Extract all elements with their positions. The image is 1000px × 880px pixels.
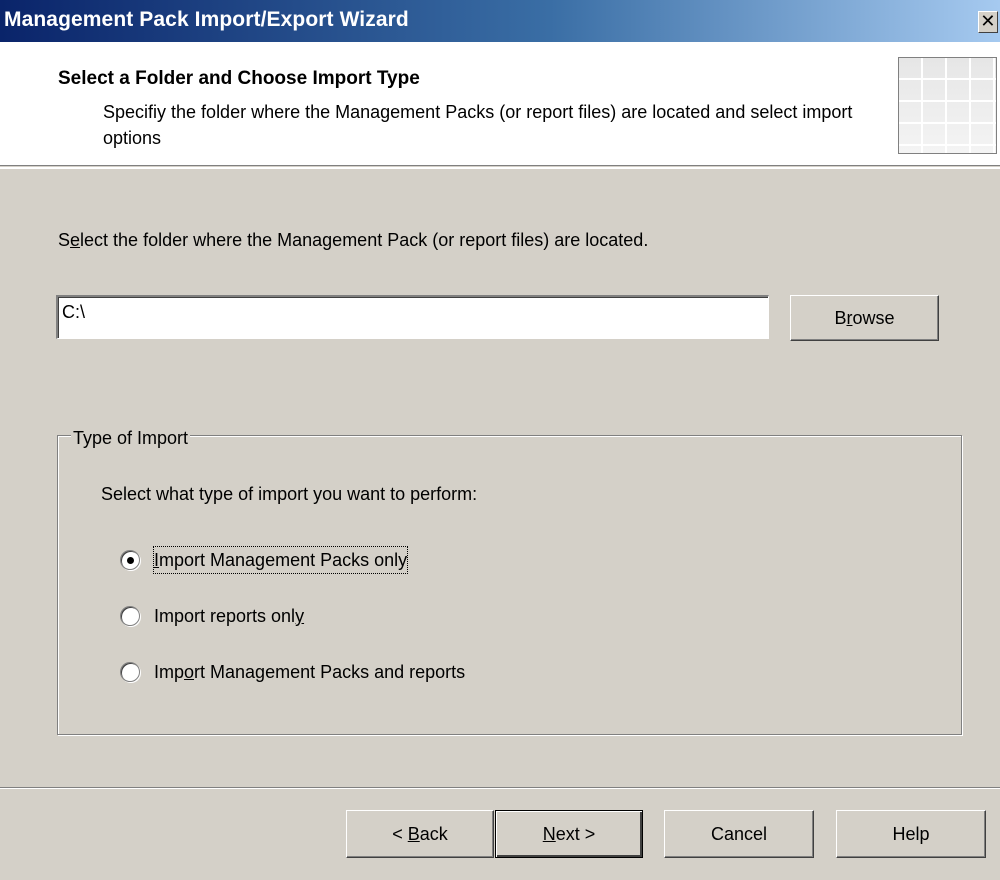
radio-button-checked[interactable] bbox=[120, 550, 140, 570]
close-icon[interactable]: ✕ bbox=[978, 11, 998, 33]
folder-path-input[interactable]: C:\ bbox=[56, 295, 769, 339]
radio-label: Import Management Packs and reports bbox=[154, 662, 466, 682]
wizard-window: Management Pack Import/Export Wizard ✕ S… bbox=[0, 0, 1000, 880]
cancel-button[interactable]: Cancel bbox=[664, 810, 814, 858]
header-divider bbox=[0, 167, 1000, 169]
next-button[interactable]: Next > bbox=[495, 810, 643, 858]
help-button[interactable]: Help bbox=[836, 810, 986, 858]
radio-button[interactable] bbox=[120, 662, 140, 682]
folder-label: Select the folder where the Management P… bbox=[58, 230, 649, 250]
import-type-groupbox bbox=[57, 435, 962, 735]
window-title: Management Pack Import/Export Wizard bbox=[4, 8, 409, 31]
title-bar: Management Pack Import/Export Wizard ✕ bbox=[0, 0, 1000, 42]
page-description: Specifiy the folder where the Management… bbox=[103, 102, 853, 148]
import-type-legend: Type of Import bbox=[71, 428, 191, 449]
footer-separator bbox=[0, 787, 1000, 789]
back-button[interactable]: < Back bbox=[346, 810, 494, 858]
browse-button[interactable]: Browse bbox=[790, 295, 939, 341]
page-title: Select a Folder and Choose Import Type bbox=[58, 68, 420, 89]
import-type-prompt: Select what type of import you want to p… bbox=[101, 484, 478, 504]
radio-label: Import Management Packs only bbox=[152, 546, 409, 574]
radio-label: Import reports only bbox=[154, 606, 305, 626]
wizard-header: Select a Folder and Choose Import Type S… bbox=[0, 42, 1000, 166]
radio-button[interactable] bbox=[120, 606, 140, 626]
wizard-banner-icon bbox=[898, 57, 997, 154]
